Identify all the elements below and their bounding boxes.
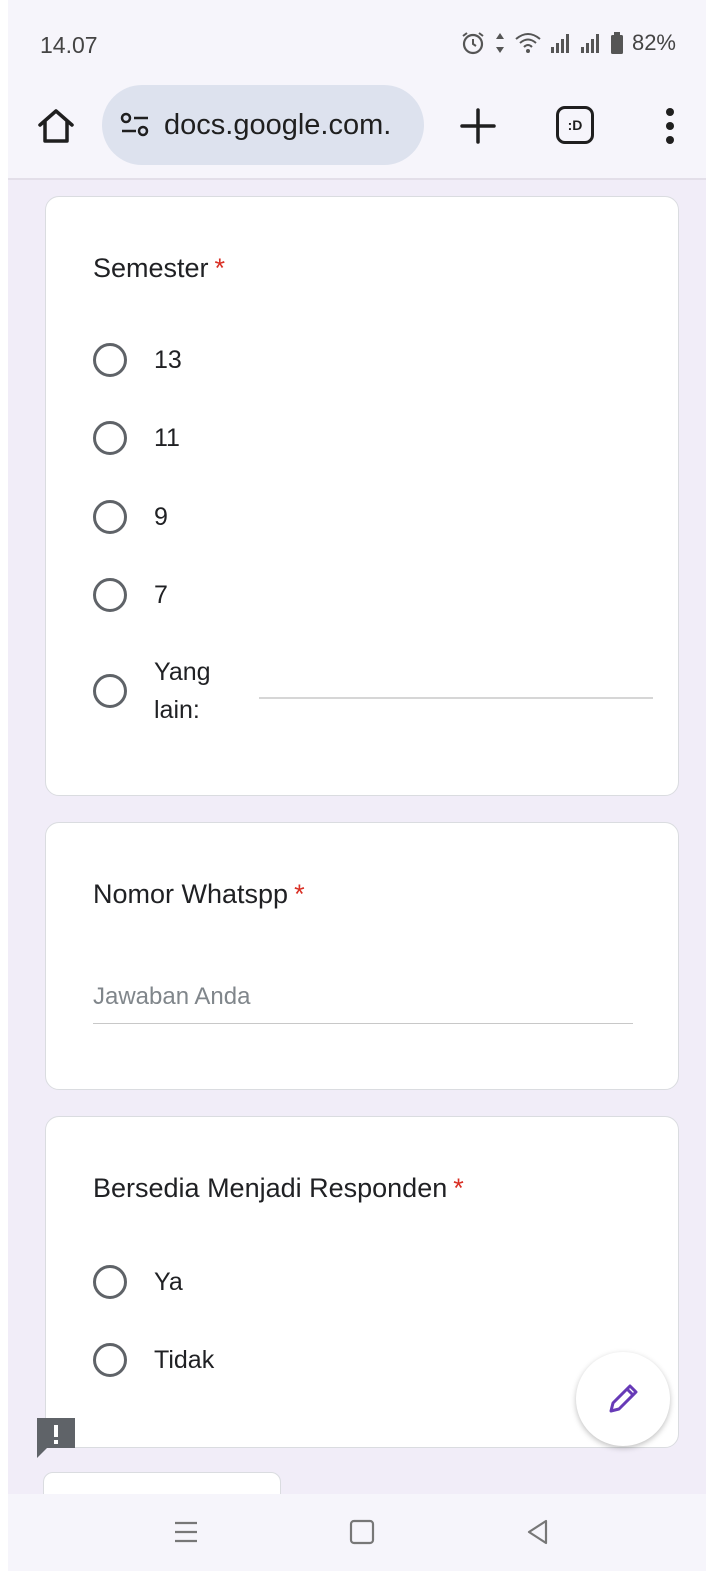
phone-screen: 14.07 82% docs.google.com.:D Semester *…: [8, 0, 706, 1571]
radio-label: 13: [154, 345, 182, 374]
plus-icon[interactable]: [456, 104, 500, 148]
radio-label: Ya: [154, 1267, 183, 1296]
address-bar[interactable]: docs.google.com.: [102, 85, 424, 165]
home-nav-button[interactable]: [342, 1512, 382, 1552]
recent-apps-button[interactable]: [166, 1512, 206, 1552]
report-problem-icon[interactable]: [35, 1416, 77, 1458]
battery-percent: 82%: [631, 30, 676, 55]
status-bar: 14.07 82%: [8, 0, 706, 88]
signal-icon: [580, 34, 599, 53]
browser-toolbar: docs.google.com. :D: [8, 80, 706, 180]
radio-option[interactable]: Tidak: [93, 1343, 214, 1377]
radio-option[interactable]: 11: [93, 421, 180, 455]
edit-fab[interactable]: [576, 1352, 670, 1446]
radio-label: Tidak: [154, 1345, 215, 1374]
radio-button[interactable]: [93, 500, 127, 534]
radio-button[interactable]: [93, 343, 127, 377]
square-icon: [349, 1519, 375, 1545]
alarm-icon: [462, 32, 484, 55]
system-nav-bar: [8, 1494, 706, 1571]
radio-label-other: Yang lain:: [154, 658, 211, 724]
question-title: Nomor Whatspp *: [93, 879, 305, 909]
radio-label: 7: [154, 580, 168, 609]
radio-button[interactable]: [93, 421, 127, 455]
radio-label: 9: [154, 502, 168, 531]
tabs-icon-label: :D: [567, 117, 583, 133]
radio-button[interactable]: [93, 1265, 127, 1299]
radio-option-other[interactable]: Yang lain:: [93, 653, 234, 729]
tabs-button[interactable]: :D: [556, 106, 594, 144]
back-nav-button[interactable]: [518, 1512, 558, 1552]
radio-option[interactable]: 13: [93, 343, 182, 377]
status-icons: 82%: [460, 30, 676, 56]
required-asterisk: *: [294, 879, 305, 909]
radio-option[interactable]: 7: [93, 578, 168, 612]
battery-icon: [610, 32, 623, 54]
whatsapp-input[interactable]: Jawaban Anda: [93, 983, 633, 1024]
back-triangle-icon: [527, 1519, 548, 1545]
radio-button[interactable]: [93, 1343, 127, 1377]
signal-icon: [550, 34, 569, 53]
question-title: Bersedia Menjadi Responden *: [93, 1173, 464, 1203]
required-asterisk: *: [214, 253, 226, 283]
status-time: 14.07: [40, 32, 98, 58]
question-card-whatsapp: Nomor Whatspp * Jawaban Anda: [45, 822, 679, 1090]
home-icon[interactable]: [34, 104, 78, 148]
required-asterisk: *: [453, 1173, 464, 1203]
radio-button[interactable]: [93, 578, 127, 612]
radio-button[interactable]: [93, 674, 127, 708]
radio-option[interactable]: 9: [93, 500, 168, 534]
wifi-icon: [515, 33, 541, 53]
recent-apps-icon: [175, 1521, 197, 1543]
radio-option[interactable]: Ya: [93, 1265, 183, 1299]
site-settings-icon[interactable]: [118, 110, 152, 140]
question-card-semester: Semester * 13 11 9 7 Yang lain:: [45, 196, 679, 796]
question-title: Semester *: [93, 253, 226, 283]
data-arrows-icon: [495, 33, 504, 53]
other-text-field[interactable]: [259, 697, 653, 699]
pencil-icon: [609, 1384, 638, 1413]
radio-label: 11: [154, 423, 180, 452]
url-text[interactable]: docs.google.com.: [164, 109, 391, 142]
more-vert-icon[interactable]: [648, 104, 692, 148]
